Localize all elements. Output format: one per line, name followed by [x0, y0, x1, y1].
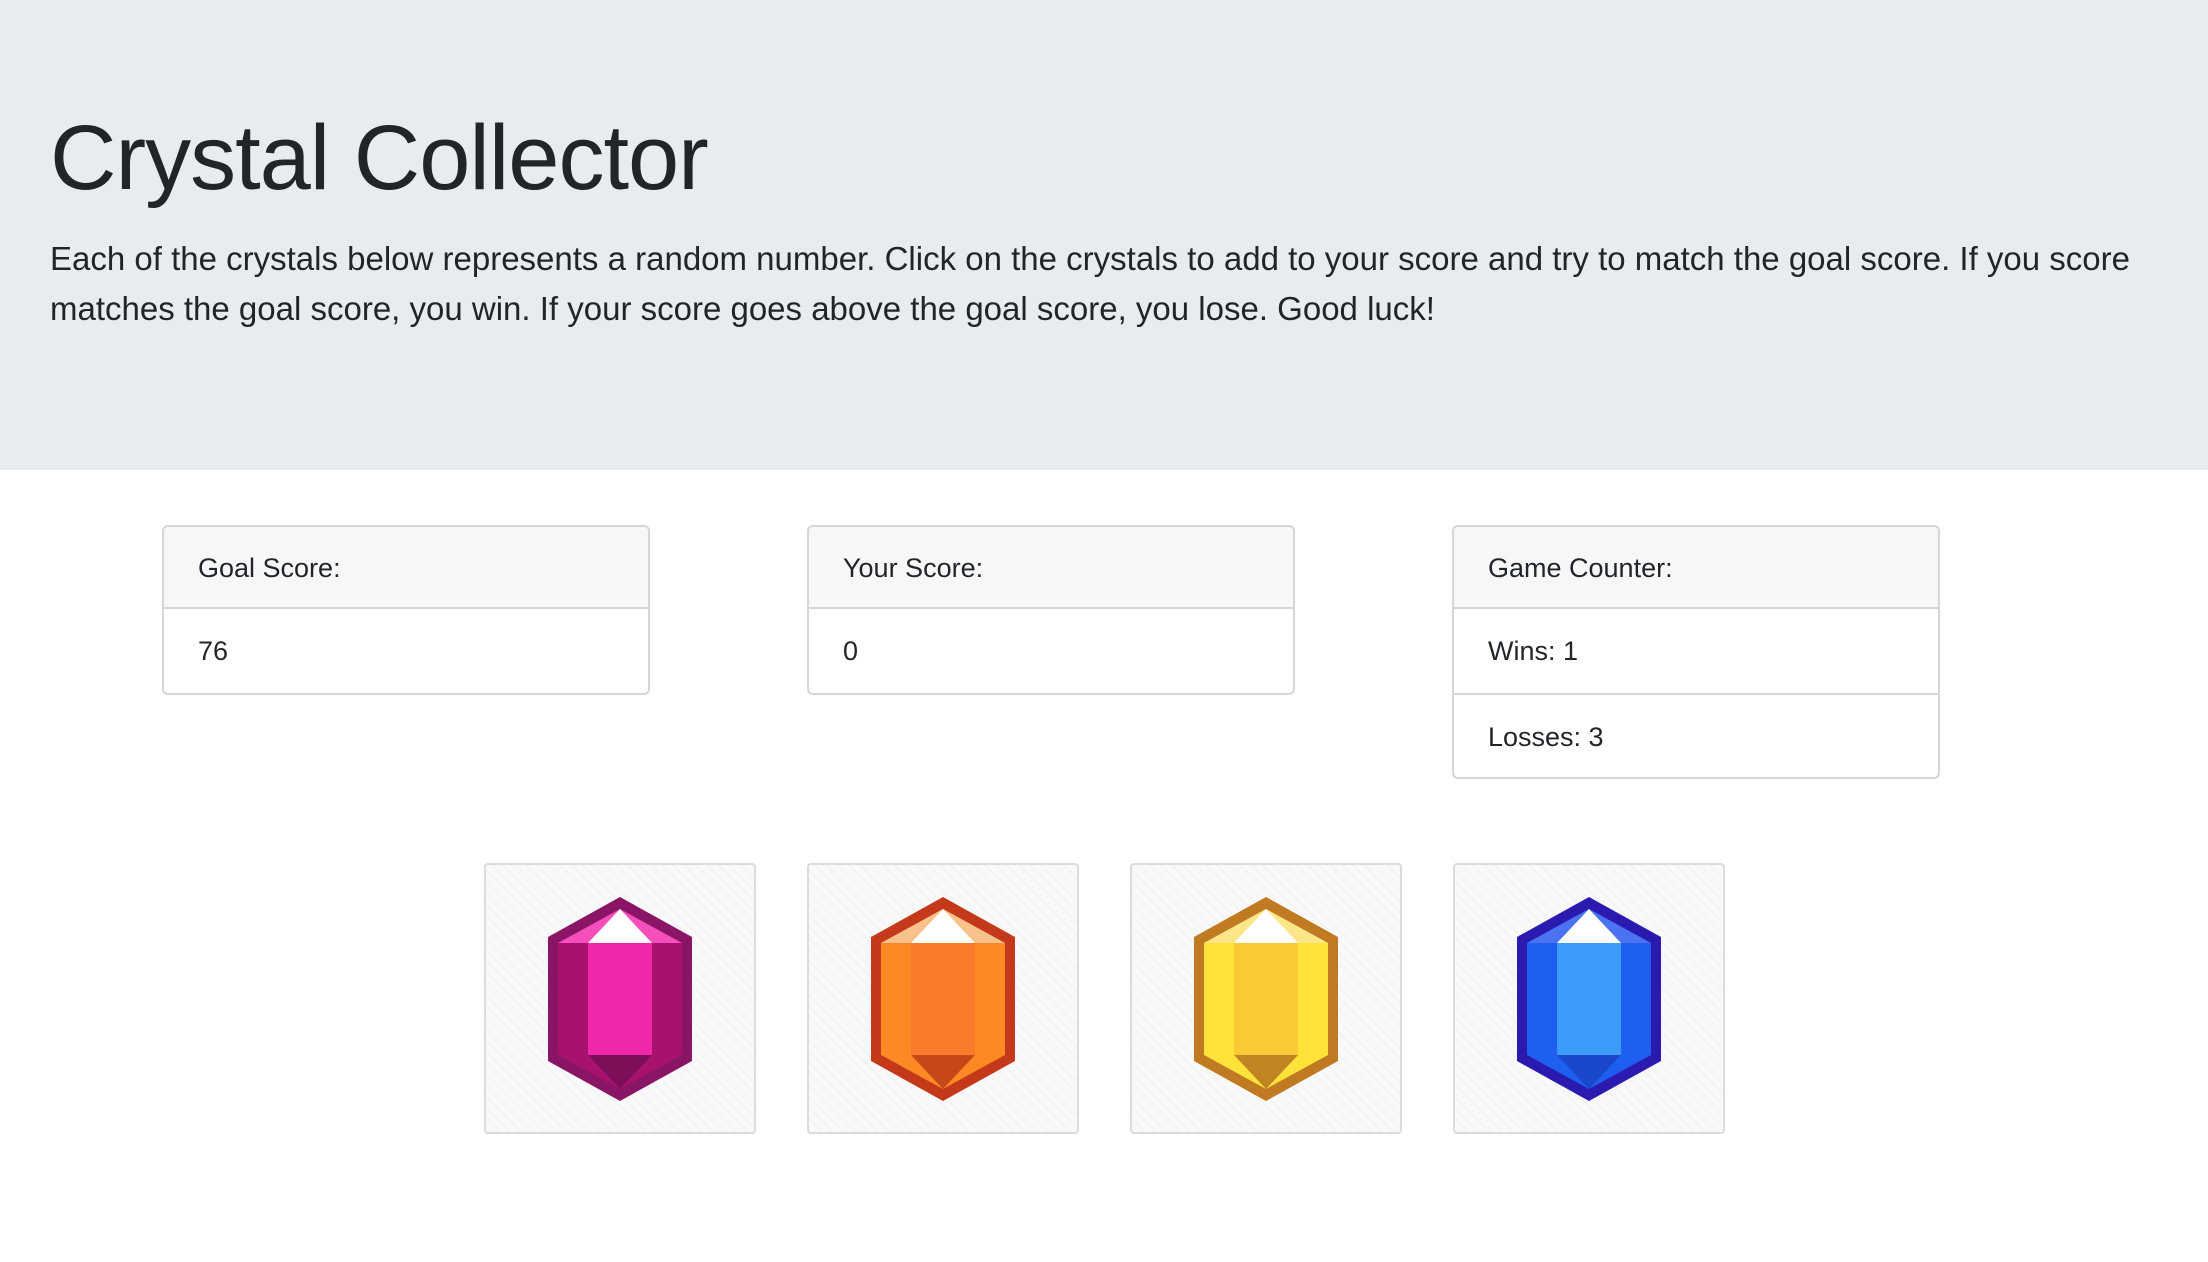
page-title: Crystal Collector — [50, 107, 709, 209]
crystal-button-blue[interactable] — [1453, 863, 1725, 1134]
goal-score-card: Goal Score: 76 — [162, 525, 650, 695]
header-jumbotron: Crystal Collector Each of the crystals b… — [0, 0, 2208, 470]
crystal-button-yellow[interactable] — [1130, 863, 1402, 1134]
goal-score-label: Goal Score: — [164, 527, 648, 609]
game-counter-card: Game Counter: Wins: 1 Losses: 3 — [1452, 525, 1940, 779]
crystal-button-orange[interactable] — [807, 863, 1079, 1134]
goal-score-value: 76 — [198, 636, 229, 666]
blue-crystal-icon — [1517, 896, 1661, 1101]
yellow-crystal-icon — [1194, 896, 1338, 1101]
orange-crystal-icon — [871, 896, 1015, 1101]
losses-count: Losses: 3 — [1454, 693, 1938, 777]
pink-crystal-icon — [548, 896, 692, 1101]
wins-count: Wins: 1 — [1488, 636, 1579, 666]
game-counter-label: Game Counter: — [1454, 527, 1938, 609]
your-score-label: Your Score: — [809, 527, 1293, 609]
your-score-value: 0 — [843, 636, 859, 666]
game-instructions: Each of the crystals below represents a … — [50, 240, 2130, 327]
your-score-card: Your Score: 0 — [807, 525, 1295, 695]
crystal-button-pink[interactable] — [484, 863, 756, 1134]
